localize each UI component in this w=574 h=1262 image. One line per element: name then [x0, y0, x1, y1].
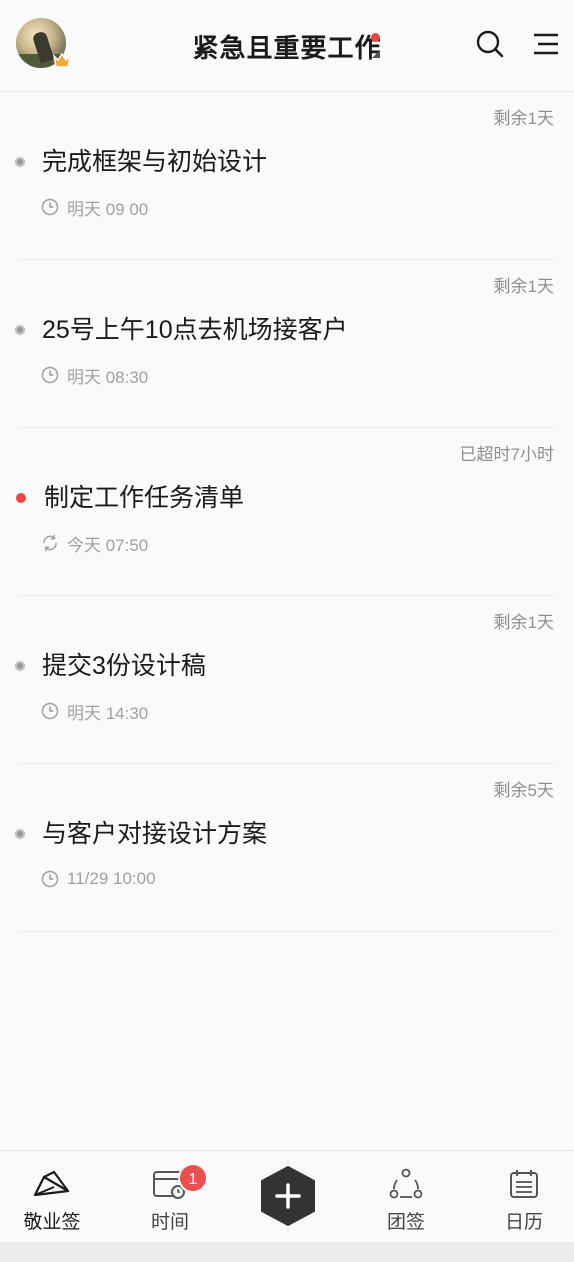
add-task-button[interactable]: [258, 1165, 318, 1227]
repeat-icon: [40, 533, 60, 553]
task-title: 制定工作任务清单: [44, 484, 245, 512]
task-due: 今天 07:50: [40, 532, 149, 555]
nav-label: 敬业签: [23, 1211, 81, 1233]
dropdown-caret-icon[interactable]: [372, 50, 380, 58]
task-due: 明天 14:30: [40, 700, 149, 723]
remaining-time: 剩余1天: [493, 277, 554, 296]
menu-icon: [534, 33, 558, 55]
task-item[interactable]: 已超时7小时 制定工作任务清单 今天 07:50: [0, 428, 574, 596]
task-title: 与客户对接设计方案: [42, 820, 268, 848]
task-title: 25号上午10点去机场接客户: [42, 316, 348, 344]
task-checkbox[interactable]: [15, 325, 25, 335]
menu-button[interactable]: [530, 28, 562, 60]
plus-hexagon-icon: [261, 1166, 315, 1226]
task-due: 明天 08:30: [40, 364, 149, 387]
task-item[interactable]: 剩余5天 与客户对接设计方案 11/29 10:00: [0, 764, 574, 932]
due-text: 今天 07:50: [67, 535, 149, 555]
search-icon: [476, 30, 504, 58]
task-item[interactable]: 剩余1天 25号上午10点去机场接客户 明天 08:30: [0, 260, 574, 428]
nav-item-time[interactable]: 时间: [120, 1151, 220, 1243]
overdue-time: 已超时7小时: [459, 445, 554, 464]
notification-badge: 1: [178, 1163, 208, 1193]
nav-label: 团签: [386, 1211, 425, 1233]
nav-item-team[interactable]: 团签: [356, 1151, 456, 1243]
task-checkbox[interactable]: [15, 661, 25, 671]
top-bar: 紧急且重要工作: [0, 0, 574, 92]
task-due: 11/29 10:00: [40, 868, 156, 890]
due-text: 明天 08:30: [67, 367, 149, 387]
clock-icon: [40, 197, 60, 217]
bottom-nav: 敬业签 时间 1 团签 日历: [0, 1150, 574, 1242]
paper-plane-icon: [2, 1167, 102, 1201]
team-icon: [356, 1167, 456, 1201]
due-text: 明天 09 00: [67, 199, 149, 219]
due-text: 11/29 10:00: [67, 869, 156, 888]
divider: [18, 931, 556, 932]
notification-dot: [371, 33, 380, 42]
remaining-time: 剩余5天: [493, 781, 554, 800]
remaining-time: 剩余1天: [493, 613, 554, 632]
calendar-icon: [474, 1167, 574, 1201]
app-screen: 紧急且重要工作 剩余1天 完成框架与初始设计 明天 09 00 剩余1天 25号…: [0, 0, 574, 1262]
remaining-time: 剩余1天: [493, 109, 554, 128]
task-checkbox[interactable]: [15, 157, 25, 167]
task-title: 提交3份设计稿: [42, 652, 206, 680]
nav-item-jingyeqian[interactable]: 敬业签: [2, 1151, 102, 1243]
nav-label: 日历: [504, 1211, 543, 1233]
task-checkbox[interactable]: [16, 493, 26, 503]
task-due: 明天 09 00: [40, 196, 149, 219]
system-nav-bar: [0, 1242, 574, 1262]
nav-item-calendar[interactable]: 日历: [474, 1151, 574, 1243]
clock-icon: [40, 869, 60, 889]
clock-icon: [40, 701, 60, 721]
clock-icon: [40, 365, 60, 385]
due-text: 明天 14:30: [67, 703, 149, 723]
nav-label: 时间: [150, 1211, 189, 1233]
task-title: 完成框架与初始设计: [42, 148, 268, 176]
task-item[interactable]: 剩余1天 完成框架与初始设计 明天 09 00: [0, 92, 574, 260]
search-button[interactable]: [474, 28, 506, 60]
task-item[interactable]: 剩余1天 提交3份设计稿 明天 14:30: [0, 596, 574, 764]
task-checkbox[interactable]: [15, 829, 25, 839]
